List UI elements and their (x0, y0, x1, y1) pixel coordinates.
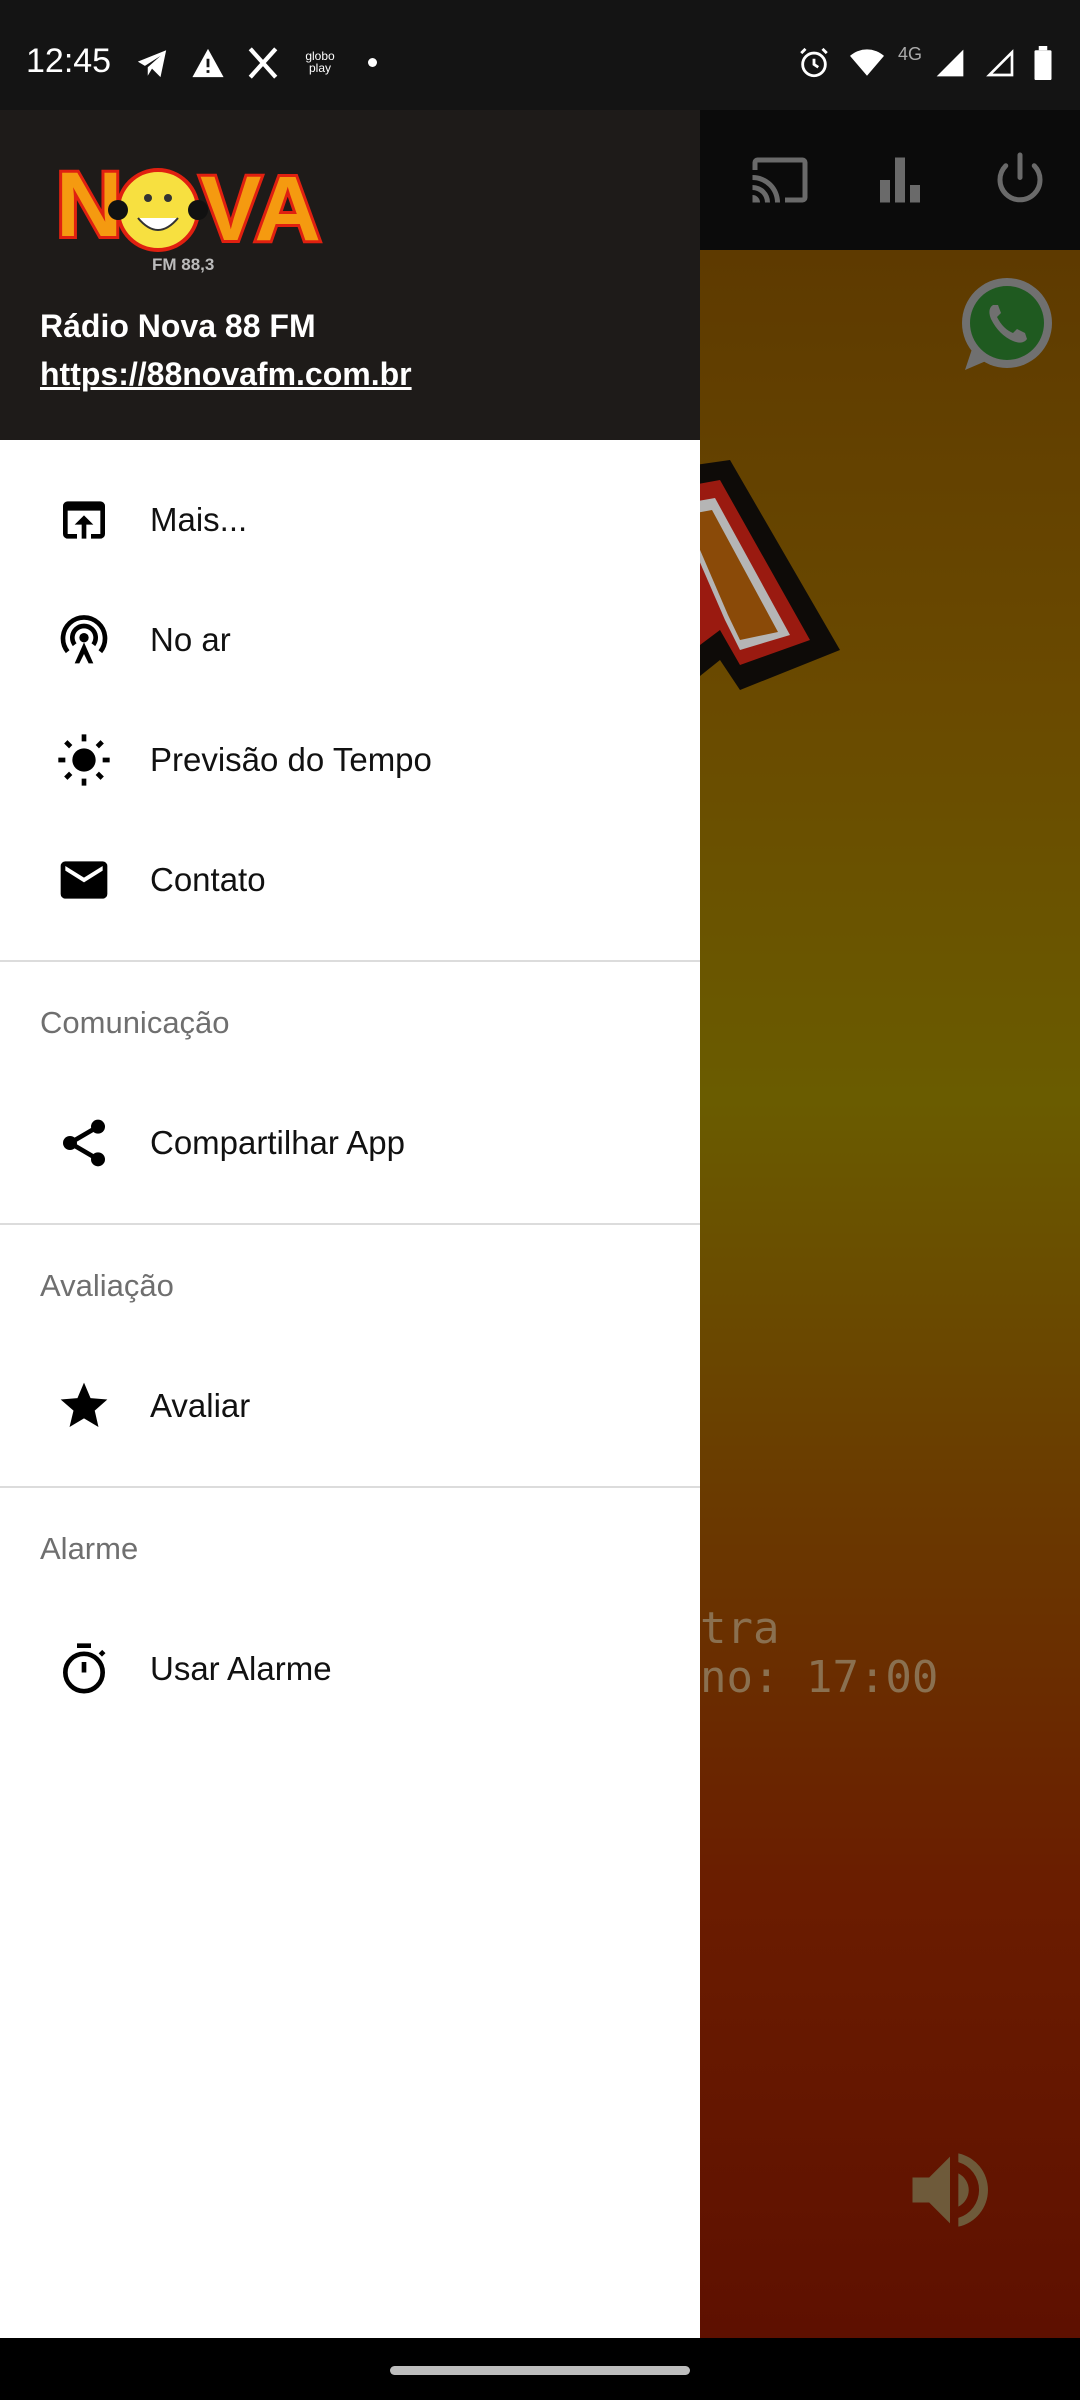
menu-item-previsao-do-tempo[interactable]: Previsão do Tempo (0, 700, 700, 820)
section-title-comunicacao: Comunicação (40, 1005, 230, 1040)
divider (0, 960, 700, 962)
menu-item-compartilhar-app[interactable]: Compartilhar App (0, 1083, 700, 1203)
mail-icon (60, 861, 108, 899)
volume-icon[interactable] (900, 2140, 1000, 2240)
warning-icon (192, 48, 224, 78)
navigation-drawer: N VA FM 88,3 Rádio Nova 88 FM https://88… (0, 110, 700, 2338)
menu-item-no-ar[interactable]: No ar (0, 580, 700, 700)
divider (0, 1223, 700, 1225)
open-in-browser-icon (63, 501, 105, 539)
clock: 12:45 (26, 42, 112, 80)
alarm-icon (800, 47, 828, 78)
home-gesture-handle[interactable] (390, 2366, 690, 2375)
status-bar: 12:45 globo play 4G (0, 0, 1080, 110)
menu-item-label: Compartilhar App (150, 1124, 405, 1161)
equalizer-icon[interactable] (870, 150, 930, 210)
menu-item-label: Mais... (150, 501, 248, 538)
whatsapp-icon[interactable] (955, 275, 1055, 375)
sun-icon (58, 734, 110, 786)
signal-icon (936, 49, 964, 77)
menu-item-contato[interactable]: Contato (0, 820, 700, 940)
menu-item-label: Previsão do Tempo (150, 741, 432, 778)
network-type: 4G (898, 44, 923, 64)
divider (0, 1486, 700, 1488)
background-text-line2: no: 17:00 (700, 1652, 939, 1703)
menu-item-label: Avaliar (150, 1387, 251, 1424)
timer-icon (63, 1643, 106, 1694)
share-icon (63, 1119, 105, 1167)
globoplay-icon: globo play (305, 49, 335, 75)
station-url-link[interactable]: https://88novafm.com.br (40, 356, 412, 393)
menu-item-mais[interactable]: Mais... (0, 460, 700, 580)
station-logo: N VA FM 88,3 (53, 151, 324, 274)
svg-text:VA: VA (200, 158, 321, 260)
antenna-icon (60, 615, 108, 664)
dot-icon (368, 58, 377, 67)
menu-item-label: Usar Alarme (150, 1650, 332, 1687)
menu-item-label: No ar (150, 621, 231, 658)
svg-text:FM 88,3: FM 88,3 (152, 255, 214, 274)
drawer-header: N VA FM 88,3 Rádio Nova 88 FM https://88… (0, 110, 700, 440)
battery-icon (1034, 46, 1052, 80)
menu-item-usar-alarme[interactable]: Usar Alarme (0, 1609, 700, 1729)
section-title-avaliacao: Avaliação (40, 1268, 174, 1303)
power-icon[interactable] (990, 150, 1050, 210)
wifi-icon (850, 49, 884, 76)
signal-icon (986, 49, 1014, 77)
station-name: Rádio Nova 88 FM (40, 308, 316, 344)
section-title-alarme: Alarme (40, 1531, 139, 1566)
cast-icon[interactable] (750, 150, 810, 210)
background-text-line1: tra (700, 1603, 780, 1654)
menu-item-avaliar[interactable]: Avaliar (0, 1346, 700, 1466)
telegram-icon (137, 50, 167, 78)
menu-item-label: Contato (150, 861, 266, 898)
x-icon (248, 47, 278, 79)
star-icon (60, 1382, 108, 1427)
